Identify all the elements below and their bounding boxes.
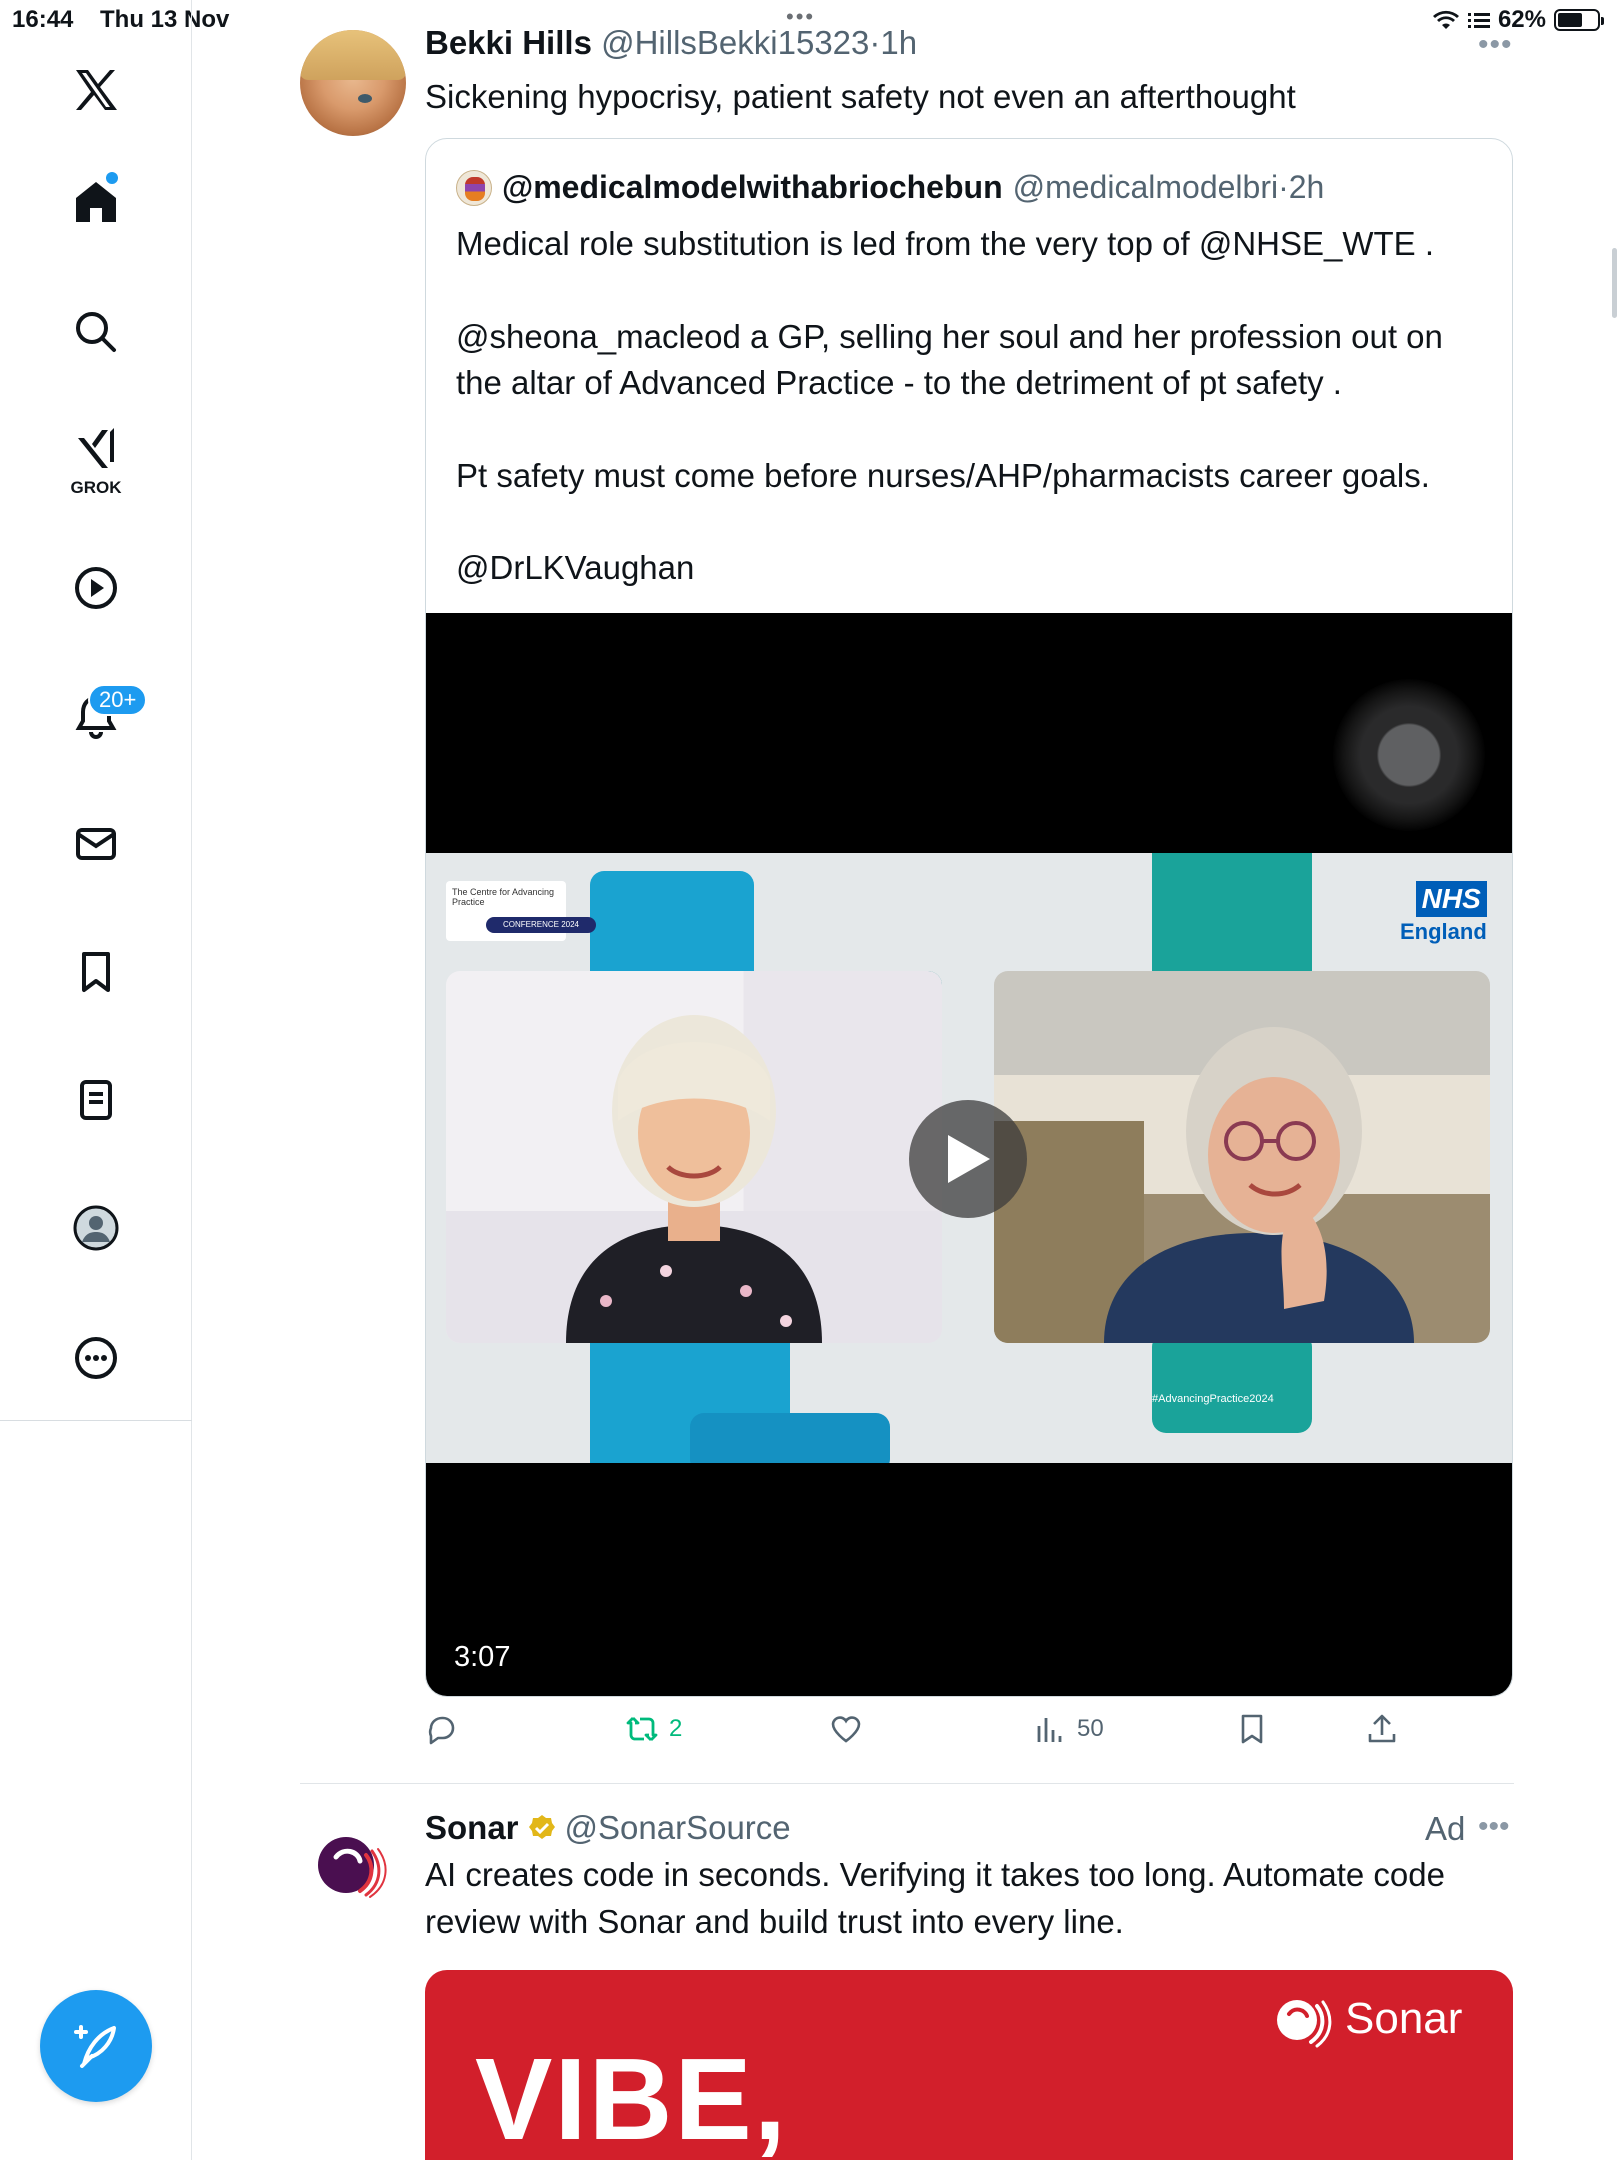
speaker-right-illustration (994, 1027, 1414, 1343)
nhs-region: England (1400, 919, 1487, 944)
conference-logo: The Centre for Advancing Practice CONFERE… (446, 881, 596, 941)
sonar-logo-icon (318, 1837, 387, 1898)
post-text: Sickening hypocrisy, patient safety not … (425, 78, 1296, 115)
grok-icon[interactable] (66, 418, 126, 478)
conference-pill: CONFERENCE 2024 (486, 917, 596, 933)
post-time[interactable]: 1h (880, 24, 917, 61)
nhs-logo: NHS England (1400, 881, 1487, 945)
quote-author-handle[interactable]: @medicalmodelbri·2h (1013, 169, 1325, 206)
battery-fill (1558, 13, 1582, 27)
views-count: 50 (1077, 1715, 1104, 1742)
verified-gold-badge-icon (528, 1815, 555, 1839)
focus-list-icon (1467, 13, 1490, 28)
share-upload-icon (1368, 1714, 1396, 1743)
quote-author-avatar[interactable] (456, 169, 492, 206)
decor-block (1152, 853, 1312, 983)
play-icon (948, 1135, 990, 1183)
banner-sonar-logo: Sonar (1267, 1984, 1462, 2054)
views-chart-icon (1037, 1718, 1062, 1742)
sidebar-divider (0, 1420, 192, 1421)
video-play-icon[interactable] (66, 558, 126, 618)
speaker-left-illustration (446, 1015, 942, 1343)
hashtag-overlay: #AdvancingPractice2024 (1152, 1393, 1274, 1405)
quote-text-line: Medical role substitution is led from th… (456, 225, 1435, 262)
status-right: 62% (1432, 6, 1604, 34)
repost-count: 2 (669, 1715, 683, 1742)
more-options-icon[interactable] (66, 1328, 126, 1388)
battery-icon (1554, 9, 1604, 31)
video-duration: 3:07 (454, 1641, 511, 1673)
quote-header: @medicalmodelwithabriochebun @medicalmod… (456, 169, 1324, 206)
reply-button[interactable] (425, 1712, 459, 1746)
wifi-icon (1432, 10, 1459, 29)
search-icon[interactable] (66, 302, 126, 362)
repost-icon (626, 1717, 658, 1741)
video-player[interactable]: The Centre for Advancing Practice CONFERE… (426, 613, 1512, 1696)
quote-separator: · (1278, 169, 1289, 205)
lists-icon[interactable] (66, 1070, 126, 1130)
sonar-avatar[interactable] (310, 1825, 390, 1905)
author-name[interactable]: Bekki Hills (425, 24, 592, 61)
nhs-logo-text: NHS (1415, 881, 1487, 917)
quote-text-line: the altar of Advanced Practice - to the … (456, 364, 1342, 401)
banner-headline: VIBE, (475, 2034, 788, 2160)
heart-icon (831, 1716, 861, 1743)
decor-block (1152, 1333, 1312, 1433)
post-more-icon[interactable]: ••• (1478, 28, 1513, 62)
post-header: Bekki Hills @HillsBekki15323·1h (425, 24, 917, 62)
ad-author-name[interactable]: Sonar (425, 1809, 519, 1847)
profile-avatar-icon[interactable] (66, 1198, 126, 1258)
quote-text-line: @sheona_macleod a GP, selling her soul a… (456, 318, 1443, 355)
banner-brand-name: Sonar (1345, 1994, 1463, 2043)
views-button[interactable]: 50 (1033, 1712, 1104, 1746)
decor-block (690, 1413, 890, 1463)
speaker-left-video (446, 971, 942, 1343)
quote-text-line: Pt safety must come before nurses/AHP/ph… (456, 457, 1430, 494)
feather-plus-icon (74, 2025, 116, 2068)
author-avatar[interactable] (300, 30, 406, 136)
share-button[interactable] (1365, 1712, 1399, 1746)
speaker-right-video (994, 971, 1490, 1343)
post-actions: 2 50 (425, 1712, 1513, 1760)
compose-post-button[interactable] (40, 1990, 152, 2102)
ad-header: Sonar @SonarSource (425, 1809, 791, 1847)
bookmark-icon (1241, 1714, 1263, 1744)
quote-handle-text: @medicalmodelbri (1012, 169, 1279, 205)
quoted-post[interactable]: @medicalmodelwithabriochebun @medicalmod… (425, 138, 1513, 1697)
quote-text-line: @DrLKVaughan (456, 549, 695, 586)
quote-time: 2h (1288, 169, 1325, 205)
ad-banner-image[interactable]: Sonar VIBE, (425, 1970, 1513, 2160)
reply-bubble-icon (428, 1716, 455, 1745)
ad-label: Ad (1425, 1810, 1466, 1847)
ad-text-line: review with Sonar and build trust into e… (425, 1903, 1124, 1940)
bookmarks-icon[interactable] (66, 942, 126, 1002)
page: 16:44 Thu 13 Nov ••• 62% GROK 20+ Bekki … (0, 0, 1620, 2160)
header-separator: · (869, 24, 881, 61)
ad-text-line: AI creates code in seconds. Verifying it… (425, 1856, 1445, 1893)
notifications-badge: 20+ (88, 684, 148, 716)
record-indicator-icon (1333, 679, 1485, 831)
author-handle[interactable]: @HillsBekki15323 (601, 24, 869, 61)
ad-more-icon[interactable]: ••• (1478, 1810, 1510, 1844)
x-logo-icon[interactable] (66, 60, 126, 120)
scrollbar-indicator[interactable] (1612, 248, 1617, 318)
play-button[interactable] (909, 1100, 1027, 1218)
repost-button[interactable]: 2 (625, 1712, 682, 1746)
home-new-dot (106, 172, 118, 184)
conference-logo-title: The Centre for Advancing Practice (452, 887, 555, 907)
like-button[interactable] (829, 1712, 863, 1746)
ad-author-handle[interactable]: @SonarSource (565, 1809, 791, 1847)
messages-envelope-icon[interactable] (66, 814, 126, 874)
sidebar: GROK 20+ (0, 0, 192, 2160)
grok-label: GROK (70, 478, 122, 497)
quote-author-name[interactable]: @medicalmodelwithabriochebun (502, 169, 1003, 206)
avatar-eye (358, 94, 372, 103)
post-separator (300, 1783, 1514, 1784)
sonar-brand-icon (1277, 2000, 1332, 2048)
bookmark-button[interactable] (1235, 1712, 1269, 1746)
